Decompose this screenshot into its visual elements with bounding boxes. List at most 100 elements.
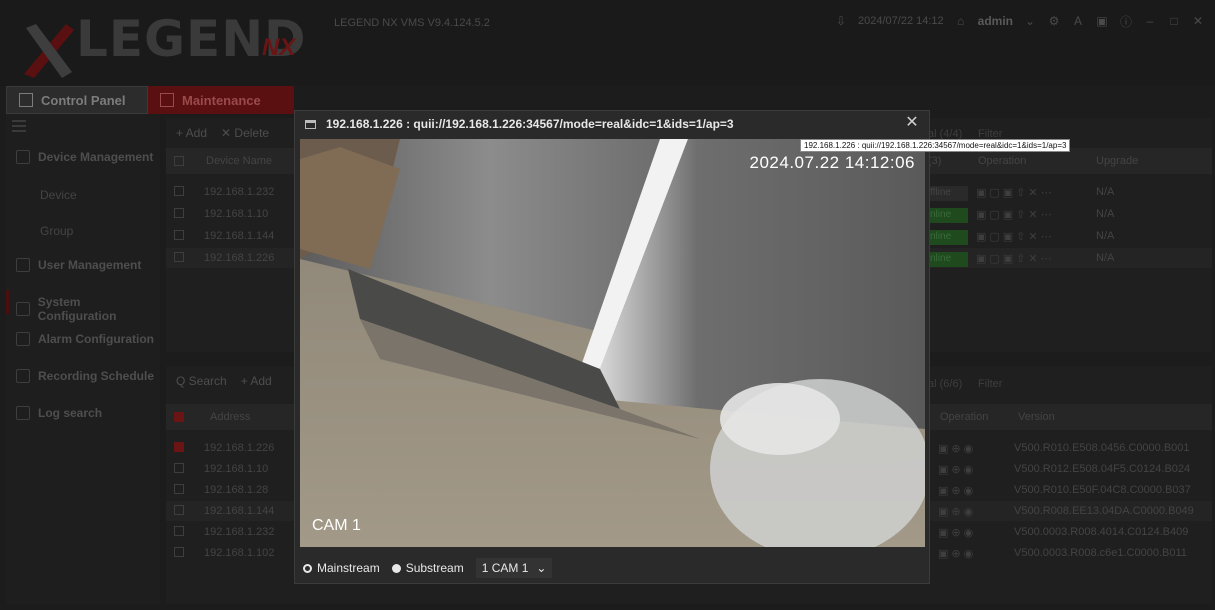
device-address: 192.168.1.226 bbox=[204, 442, 275, 454]
row-operations-icons[interactable]: ▣⊕◉ bbox=[938, 442, 976, 455]
col-count: (3) bbox=[928, 155, 942, 167]
device-address: 192.168.1.10 bbox=[204, 463, 269, 475]
stream-controls: Mainstream Substream 1 CAM 1 ⌄ bbox=[295, 555, 929, 581]
chevron-down-icon: ⌄ bbox=[536, 561, 547, 575]
upgrade-value: N/A bbox=[1096, 208, 1115, 220]
row-operations-icons[interactable]: ▣⊕◉ bbox=[938, 484, 976, 497]
top-tabs: Control Panel Maintenance bbox=[6, 86, 294, 114]
camera-frame-image bbox=[300, 139, 925, 547]
search-filter-button[interactable]: Filter bbox=[978, 378, 1002, 390]
row-checkbox[interactable] bbox=[174, 505, 184, 515]
select-all-checkbox[interactable] bbox=[174, 412, 184, 422]
dialog-title-bar[interactable]: 192.168.1.226 : quii://192.168.1.226:345… bbox=[295, 111, 929, 137]
document-icon bbox=[16, 406, 30, 420]
row-operations-icons[interactable]: ▣▢▣⇧✕⋯ bbox=[976, 230, 1055, 243]
app-version: LEGEND NX VMS V9.4.124.5.2 bbox=[334, 17, 490, 29]
device-name: 192.168.1.226 bbox=[204, 252, 275, 264]
grid-icon bbox=[19, 93, 33, 107]
info-icon[interactable]: ⓘ bbox=[1119, 14, 1133, 29]
row-checkbox[interactable] bbox=[174, 186, 184, 196]
substream-radio[interactable]: Substream bbox=[391, 561, 464, 575]
sidebar-item-log-search[interactable]: Log search bbox=[16, 406, 102, 420]
sidebar-item-label: Device Management bbox=[38, 150, 154, 164]
sidebar-item-label: System Configuration bbox=[37, 295, 117, 323]
sidebar-item-recording-schedule[interactable]: Recording Schedule bbox=[16, 369, 154, 383]
maximize-icon[interactable]: □ bbox=[1167, 14, 1181, 28]
select-all-checkbox[interactable] bbox=[174, 156, 184, 166]
chevron-down-icon[interactable]: ⌄ bbox=[1023, 14, 1037, 28]
sidebar-subitem-device[interactable]: Device bbox=[40, 188, 77, 202]
video-timestamp: 2024.07.22 14:12:06 bbox=[749, 153, 915, 172]
sidebar-item-alarm-configuration[interactable]: Alarm Configuration bbox=[16, 332, 154, 346]
tab-label: Control Panel bbox=[41, 92, 126, 108]
row-checkbox[interactable] bbox=[174, 463, 184, 473]
brand-logo: LEGEND NX bbox=[14, 8, 314, 78]
tab-label: Maintenance bbox=[182, 92, 261, 108]
row-operations-icons[interactable]: ▣⊕◉ bbox=[938, 463, 976, 476]
window-icon bbox=[305, 119, 316, 129]
row-operations-icons[interactable]: ▣▢▣⇧✕⋯ bbox=[976, 252, 1055, 265]
export-icon[interactable]: ▣ bbox=[1095, 14, 1109, 28]
version-value: V500.0003.R008.c6e1.C0000.B011 bbox=[1014, 547, 1187, 559]
menu-toggle-icon[interactable] bbox=[12, 120, 26, 132]
user-icon bbox=[16, 258, 30, 272]
row-checkbox[interactable] bbox=[174, 230, 184, 240]
gear-icon bbox=[16, 302, 30, 316]
camera-select[interactable]: 1 CAM 1 ⌄ bbox=[475, 558, 553, 578]
sidebar-item-system-configuration[interactable]: System Configuration bbox=[16, 295, 160, 323]
delete-device-button[interactable]: ✕ Delete bbox=[221, 126, 269, 140]
col-device-name: Device Name bbox=[206, 155, 273, 167]
sidebar-item-label: Log search bbox=[38, 406, 103, 420]
device-icon bbox=[16, 150, 30, 164]
device-toolbar: + Add ✕ Delete bbox=[176, 126, 269, 140]
active-indicator bbox=[6, 290, 9, 314]
camera-osd-label: CAM 1 bbox=[312, 517, 361, 534]
live-preview-dialog: 192.168.1.226 : quii://192.168.1.226:345… bbox=[294, 110, 930, 584]
add-device-button[interactable]: + Add bbox=[176, 126, 207, 140]
lock-icon[interactable]: ⌂ bbox=[954, 14, 968, 28]
row-checkbox[interactable] bbox=[174, 208, 184, 218]
user-name[interactable]: admin bbox=[978, 14, 1013, 28]
sidebar-item-user-management[interactable]: User Management bbox=[16, 258, 141, 272]
mainstream-radio[interactable]: Mainstream bbox=[303, 561, 380, 575]
dialog-title: 192.168.1.226 : quii://192.168.1.226:345… bbox=[326, 117, 734, 131]
stream-label: Mainstream bbox=[317, 561, 380, 575]
tab-control-panel[interactable]: Control Panel bbox=[6, 86, 148, 114]
row-checkbox[interactable] bbox=[174, 252, 184, 262]
device-name: 192.168.1.10 bbox=[204, 208, 269, 220]
col-version: Version bbox=[1018, 411, 1055, 423]
sidebar-item-label: Recording Schedule bbox=[38, 369, 155, 383]
col-operation: Operation bbox=[940, 411, 989, 423]
title-tooltip: 192.168.1.226 : quii://192.168.1.226:345… bbox=[800, 139, 1071, 152]
stream-label: Substream bbox=[405, 561, 464, 575]
row-operations-icons[interactable]: ▣⊕◉ bbox=[938, 505, 976, 518]
close-app-icon[interactable]: ✕ bbox=[1191, 14, 1205, 28]
device-address: 192.168.1.144 bbox=[204, 505, 275, 517]
status-badge: ffline bbox=[926, 186, 968, 201]
sidebar-subitem-group[interactable]: Group bbox=[40, 224, 73, 238]
row-operations-icons[interactable]: ▣▢▣⇧✕⋯ bbox=[976, 186, 1055, 199]
close-dialog-button[interactable]: ✕ bbox=[903, 114, 921, 132]
row-checkbox[interactable] bbox=[174, 442, 184, 452]
row-checkbox[interactable] bbox=[174, 484, 184, 494]
gear-icon[interactable]: ⚙ bbox=[1047, 14, 1061, 28]
download-icon[interactable]: ⇩ bbox=[834, 14, 848, 28]
header-datetime: 2024/07/22 14:12 bbox=[858, 15, 944, 27]
version-value: V500.R010.E50F.04C8.C0000.B037 bbox=[1014, 484, 1191, 496]
video-viewport[interactable]: 2024.07.22 14:12:06 CAM 1 bbox=[300, 139, 925, 547]
close-icon: ✕ bbox=[905, 114, 919, 131]
upgrade-value: N/A bbox=[1096, 252, 1115, 264]
upgrade-value: N/A bbox=[1096, 230, 1115, 242]
row-checkbox[interactable] bbox=[174, 547, 184, 557]
font-icon[interactable]: A bbox=[1071, 14, 1085, 28]
add-found-device-button[interactable]: + Add bbox=[241, 374, 272, 388]
device-address: 192.168.1.232 bbox=[204, 526, 275, 538]
search-button[interactable]: Q Search bbox=[176, 374, 227, 388]
row-checkbox[interactable] bbox=[174, 526, 184, 536]
minimize-icon[interactable]: – bbox=[1143, 14, 1157, 28]
row-operations-icons[interactable]: ▣⊕◉ bbox=[938, 547, 976, 560]
tab-maintenance[interactable]: Maintenance bbox=[148, 86, 294, 114]
row-operations-icons[interactable]: ▣⊕◉ bbox=[938, 526, 976, 539]
row-operations-icons[interactable]: ▣▢▣⇧✕⋯ bbox=[976, 208, 1055, 221]
sidebar-item-device-management[interactable]: Device Management bbox=[16, 150, 153, 164]
